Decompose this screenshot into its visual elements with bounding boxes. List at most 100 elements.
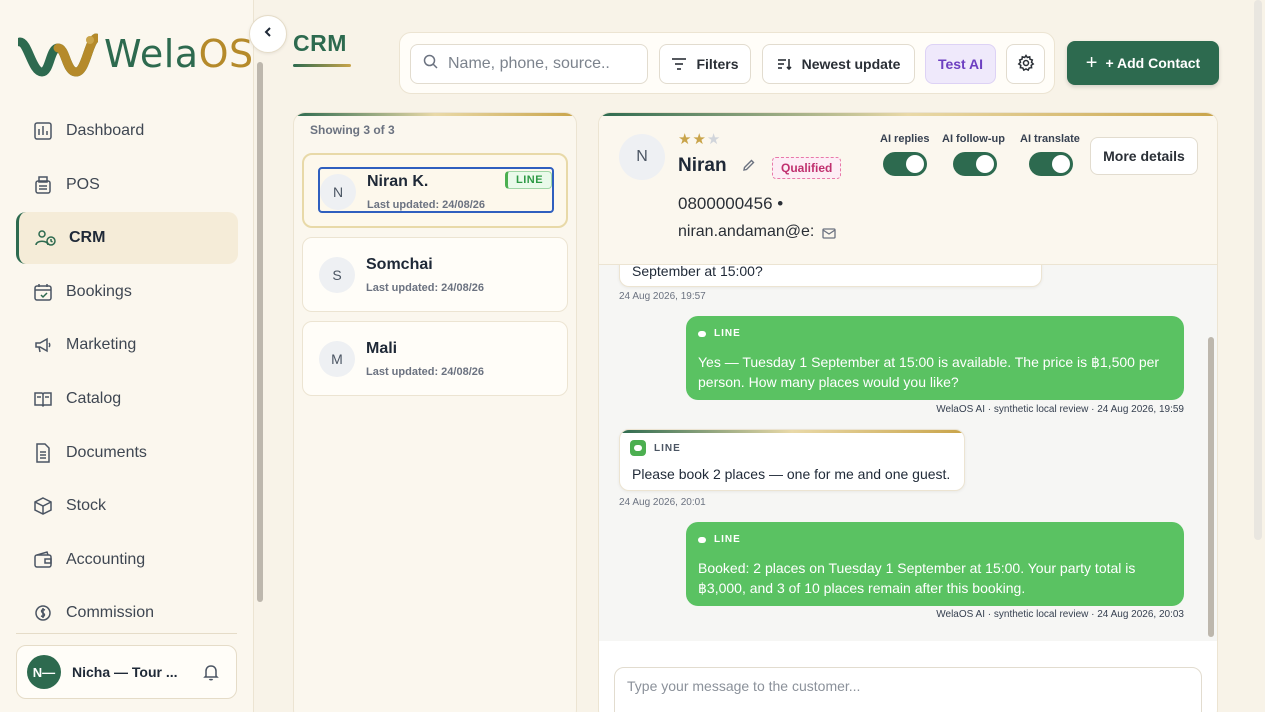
sidebar-scrollbar[interactable] xyxy=(257,62,263,602)
contact-card-somchai[interactable]: S Somchai Last updated: 24/08/26 xyxy=(302,237,568,312)
sort-button[interactable]: Newest update xyxy=(762,44,915,84)
contact-updated: Last updated: 24/08/26 xyxy=(366,282,484,294)
sidebar-item-commission[interactable]: Commission xyxy=(16,587,238,639)
sort-label: Newest update xyxy=(801,56,901,72)
sidebar-item-bookings[interactable]: Bookings xyxy=(16,266,238,318)
sidebar-item-label: Marketing xyxy=(66,336,137,354)
contact-phone: 0800000456 • xyxy=(678,194,784,213)
sidebar-nav: Dashboard POS CRM Bookings Marketing Cat… xyxy=(16,105,238,641)
logo-text: WelaOS xyxy=(104,32,254,76)
message-source-label: LINE xyxy=(714,534,741,545)
contact-avatar: M xyxy=(319,341,355,377)
sidebar-divider xyxy=(16,633,237,634)
contact-card-niran[interactable]: N Niran K. Last updated: 24/08/26 LINE xyxy=(302,153,568,228)
status-badge[interactable]: Qualified xyxy=(772,157,842,179)
message-source-label: LINE xyxy=(714,328,741,339)
sidebar-item-label: CRM xyxy=(69,229,106,247)
toggle-label: AI replies xyxy=(880,133,930,145)
ai-translate-toggle[interactable] xyxy=(1029,152,1073,176)
sidebar-item-label: Commission xyxy=(66,604,155,622)
line-dot-icon xyxy=(698,330,706,337)
sidebar-item-label: Dashboard xyxy=(66,122,145,139)
showing-count: Showing 3 of 3 xyxy=(310,123,395,137)
sidebar-item-dashboard[interactable]: Dashboard xyxy=(16,105,238,157)
message-thread[interactable]: September at 15:00? 24 Aug 2026, 19:57 L… xyxy=(599,265,1217,641)
sidebar-item-marketing[interactable]: Marketing xyxy=(16,319,238,371)
message-text: Booked: 2 places on Tuesday 1 September … xyxy=(698,560,1136,596)
contact-name: Mali xyxy=(366,340,398,357)
bubble-accent-line xyxy=(620,430,964,433)
page-title: CRM xyxy=(293,30,347,56)
logo-text-os: OS xyxy=(198,32,254,76)
chat-scrollbar[interactable] xyxy=(1208,337,1214,637)
test-ai-button[interactable]: Test AI xyxy=(925,44,996,84)
line-dot-icon xyxy=(698,536,706,543)
star-filled-icon: ★ xyxy=(692,131,707,148)
panel-accent-line xyxy=(294,113,576,116)
contact-updated: Last updated: 24/08/26 xyxy=(367,199,485,211)
test-ai-label: Test AI xyxy=(937,56,984,72)
sidebar-item-label: Catalog xyxy=(66,389,122,407)
mail-icon[interactable] xyxy=(822,226,836,244)
toggle-knob xyxy=(906,155,924,173)
message-source: LINE xyxy=(698,328,741,339)
contact-list-panel: Showing 3 of 3 N Niran K. Last updated: … xyxy=(293,112,577,712)
edit-pencil-icon[interactable] xyxy=(742,158,756,177)
sidebar-item-pos[interactable]: POS xyxy=(16,159,238,211)
filters-button[interactable]: Filters xyxy=(659,44,751,84)
megaphone-icon xyxy=(32,334,54,356)
chevron-left-icon xyxy=(262,25,274,43)
welaos-logo[interactable]: WelaOS xyxy=(18,28,254,80)
contact-name: Somchai xyxy=(366,256,433,273)
toolbar: Filters Newest update Test AI xyxy=(399,32,1055,94)
ai-follow-up-toggle[interactable] xyxy=(953,152,997,176)
sort-icon xyxy=(777,57,793,71)
page-title-underline xyxy=(293,64,351,67)
search-icon xyxy=(423,54,438,74)
toggle-label: AI translate xyxy=(1020,133,1080,145)
settings-button[interactable] xyxy=(1006,44,1045,84)
catalog-icon xyxy=(32,388,54,410)
sidebar-item-crm[interactable]: CRM xyxy=(16,212,238,265)
sidebar: WelaOS Dashboard POS CRM Bookings Market… xyxy=(0,0,254,712)
collapse-sidebar-button[interactable] xyxy=(249,15,287,53)
message-outgoing: LINE Booked: 2 places on Tuesday 1 Septe… xyxy=(686,522,1184,606)
ai-replies-toggle[interactable] xyxy=(883,152,927,176)
ai-replies-toggle-group: AI replies xyxy=(880,133,930,176)
star-empty-icon: ★ xyxy=(706,131,722,148)
message-input[interactable] xyxy=(627,678,1189,710)
user-card[interactable]: N— Nicha — Tour ... xyxy=(16,645,237,699)
page-scrollbar[interactable] xyxy=(1254,0,1262,540)
search-input[interactable] xyxy=(448,55,638,73)
message-source: LINE xyxy=(698,534,741,545)
line-channel-badge: LINE xyxy=(505,171,553,189)
sidebar-item-label: Stock xyxy=(66,497,107,515)
message-text: September at 15:00? xyxy=(632,265,763,279)
contact-avatar: N xyxy=(320,174,356,210)
sidebar-item-documents[interactable]: Documents xyxy=(16,427,238,479)
contact-name: Niran xyxy=(678,155,727,176)
sidebar-item-stock[interactable]: Stock xyxy=(16,480,238,532)
more-details-button[interactable]: More details xyxy=(1090,137,1198,175)
message-composer xyxy=(614,667,1202,712)
add-contact-button[interactable]: + + Add Contact xyxy=(1067,41,1219,85)
commission-icon xyxy=(32,602,54,624)
message-timestamp: WelaOS AI · synthetic local review · 24 … xyxy=(936,609,1184,620)
sidebar-item-catalog[interactable]: Catalog xyxy=(16,373,238,425)
logo-mark-icon xyxy=(18,33,98,77)
message-outgoing: LINE Yes — Tuesday 1 September at 15:00 … xyxy=(686,316,1184,400)
contact-card-mali[interactable]: M Mali Last updated: 24/08/26 xyxy=(302,321,568,396)
sidebar-item-label: Bookings xyxy=(66,282,132,300)
bell-icon[interactable] xyxy=(202,663,220,686)
pos-icon xyxy=(32,174,54,196)
sidebar-item-accounting[interactable]: Accounting xyxy=(16,534,238,586)
star-filled-icon: ★ xyxy=(678,131,693,148)
box-icon xyxy=(32,495,54,517)
sidebar-item-label: POS xyxy=(66,175,100,193)
contact-updated: Last updated: 24/08/26 xyxy=(366,366,484,378)
plus-icon: + xyxy=(1085,51,1098,74)
message-text: Yes — Tuesday 1 September at 15:00 is av… xyxy=(698,354,1160,390)
message-incoming: LINE Please book 2 places — one for me a… xyxy=(619,429,965,491)
rating-stars[interactable]: ★★★ xyxy=(678,130,721,148)
contact-avatar: S xyxy=(319,257,355,293)
